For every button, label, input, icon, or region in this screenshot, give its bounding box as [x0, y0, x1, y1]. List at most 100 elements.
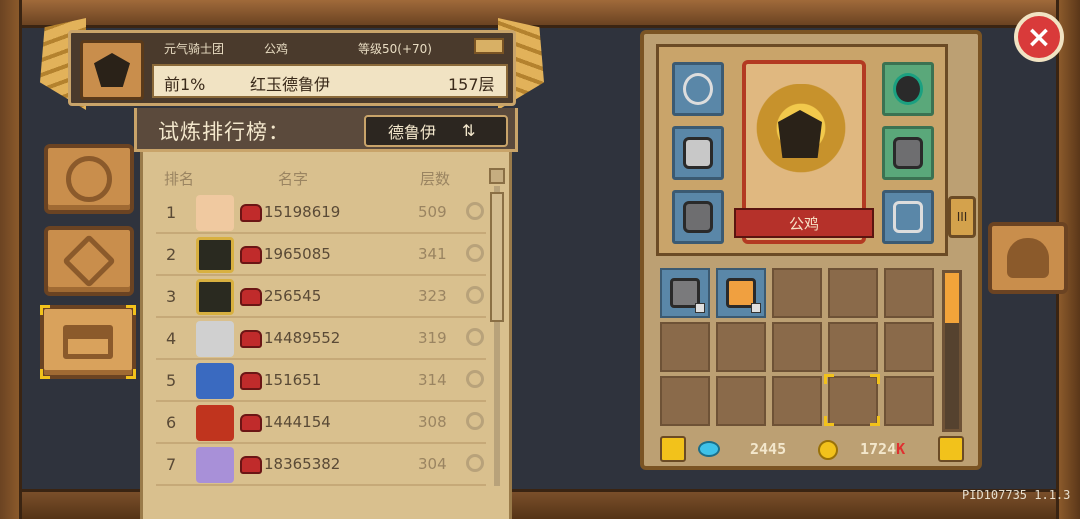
grid-view-button[interactable] — [938, 436, 964, 462]
row-floors: 308 — [418, 413, 447, 431]
crossbow-icon — [893, 201, 923, 233]
avatar — [196, 447, 234, 483]
floor-count: 157层 — [448, 75, 495, 94]
list-scroll-thumb[interactable] — [490, 192, 504, 322]
ring-icon — [683, 137, 713, 169]
tab-leaf[interactable] — [44, 144, 134, 214]
player-name: 公鸡 — [264, 42, 289, 56]
table-row[interactable]: 1 15198619 509 — [156, 192, 486, 234]
row-uid: 1444154 — [264, 413, 331, 431]
inventory-slot[interactable] — [828, 322, 878, 372]
row-rank: 3 — [166, 287, 177, 306]
inventory-slot[interactable] — [660, 268, 710, 318]
selection-corner — [126, 369, 136, 379]
inventory-slot[interactable] — [716, 268, 766, 318]
avatar — [196, 237, 234, 273]
equip-slot-shield[interactable] — [882, 62, 934, 116]
row-floors: 341 — [418, 245, 447, 263]
coin-icon — [818, 440, 838, 460]
swap-icon[interactable]: ⇅ — [462, 121, 475, 140]
row-rank: 2 — [166, 245, 177, 264]
inventory-slot[interactable] — [884, 322, 934, 372]
inventory-slot[interactable] — [660, 376, 710, 426]
tab-equipment[interactable] — [988, 222, 1068, 294]
close-icon: × — [1026, 19, 1052, 55]
row-floors: 314 — [418, 371, 447, 389]
scroll-up-button[interactable] — [489, 168, 505, 184]
equip-slot-weapon[interactable] — [882, 190, 934, 244]
helmet-icon — [1007, 238, 1049, 278]
lock-icon — [695, 303, 705, 313]
inventory-slot[interactable] — [660, 322, 710, 372]
inventory-slot[interactable] — [772, 376, 822, 426]
frame-left — [0, 0, 22, 519]
character-name: 公鸡 — [788, 214, 819, 233]
equip-slot-armor[interactable] — [882, 126, 934, 180]
table-row[interactable]: 5 151651 314 — [156, 360, 486, 402]
boots-icon — [683, 201, 713, 233]
rank-percent: 前1% — [164, 75, 206, 94]
leaf-icon — [66, 156, 112, 202]
equip-slot-boots[interactable] — [672, 190, 724, 244]
helmet-icon — [240, 456, 262, 474]
tab-leaderboard[interactable] — [40, 305, 136, 379]
gem-count: 2445 — [750, 440, 787, 458]
row-floors: 323 — [418, 287, 447, 305]
inventory-slot[interactable] — [772, 268, 822, 318]
tab-diamond[interactable] — [44, 226, 134, 296]
lock-button[interactable] — [660, 436, 686, 462]
hero-filter-select[interactable]: 德鲁伊 — [364, 115, 508, 147]
search-icon[interactable] — [466, 202, 484, 220]
close-button[interactable]: × — [1014, 12, 1064, 62]
row-uid: 151651 — [264, 371, 322, 389]
inventory-selector — [824, 374, 880, 426]
search-icon[interactable] — [466, 412, 484, 430]
column-rank: 排名 — [164, 170, 195, 188]
coin-count: 1724K — [860, 440, 906, 458]
search-icon[interactable] — [466, 370, 484, 388]
equip-slot-necklace[interactable] — [672, 62, 724, 116]
avatar — [196, 279, 234, 315]
leaderboard-title: 试炼排行榜： — [158, 120, 290, 144]
equip-slot-ring[interactable] — [672, 126, 724, 180]
character-name-ribbon: 公鸡 — [734, 208, 874, 238]
search-icon[interactable] — [466, 454, 484, 472]
podium-icon — [63, 325, 113, 359]
helmet-icon — [240, 414, 262, 432]
search-icon[interactable] — [466, 244, 484, 262]
inventory-slot[interactable] — [884, 268, 934, 318]
row-uid: 1965085 — [264, 245, 331, 263]
avatar — [196, 405, 234, 441]
guild-emblem-icon — [80, 40, 144, 100]
row-uid: 256545 — [264, 287, 322, 305]
table-row[interactable]: 3 256545 323 — [156, 276, 486, 318]
search-icon[interactable] — [466, 328, 484, 346]
badge-icon — [474, 38, 504, 54]
helmet-icon — [240, 204, 262, 222]
selection-corner — [40, 369, 50, 379]
diamond-icon — [62, 234, 116, 288]
tier-label: III — [956, 210, 968, 224]
search-icon[interactable] — [466, 286, 484, 304]
table-row[interactable]: 2 1965085 341 — [156, 234, 486, 276]
row-rank: 4 — [166, 329, 177, 348]
row-uid: 15198619 — [264, 203, 341, 221]
inventory-slot[interactable] — [884, 376, 934, 426]
table-row[interactable]: 6 1444154 308 — [156, 402, 486, 444]
table-row[interactable]: 4 14489552 319 — [156, 318, 486, 360]
row-rank: 5 — [166, 371, 177, 390]
column-name: 名字 — [278, 170, 309, 188]
inventory-scroll-thumb[interactable] — [945, 273, 959, 323]
guild-name: 元气骑士团 — [164, 42, 225, 56]
inventory-slot[interactable] — [716, 376, 766, 426]
inventory-slot[interactable] — [828, 268, 878, 318]
player-id-version: PID107735 1.1.3 — [962, 488, 1071, 502]
row-uid: 14489552 — [264, 329, 341, 347]
inventory-slot[interactable] — [716, 322, 766, 372]
hero-filter-value: 德鲁伊 — [388, 123, 437, 142]
table-row[interactable]: 7 18365382 304 — [156, 444, 486, 486]
tier-button[interactable]: III — [948, 196, 976, 238]
armor-icon — [893, 137, 923, 169]
row-rank: 6 — [166, 413, 177, 432]
inventory-slot[interactable] — [772, 322, 822, 372]
